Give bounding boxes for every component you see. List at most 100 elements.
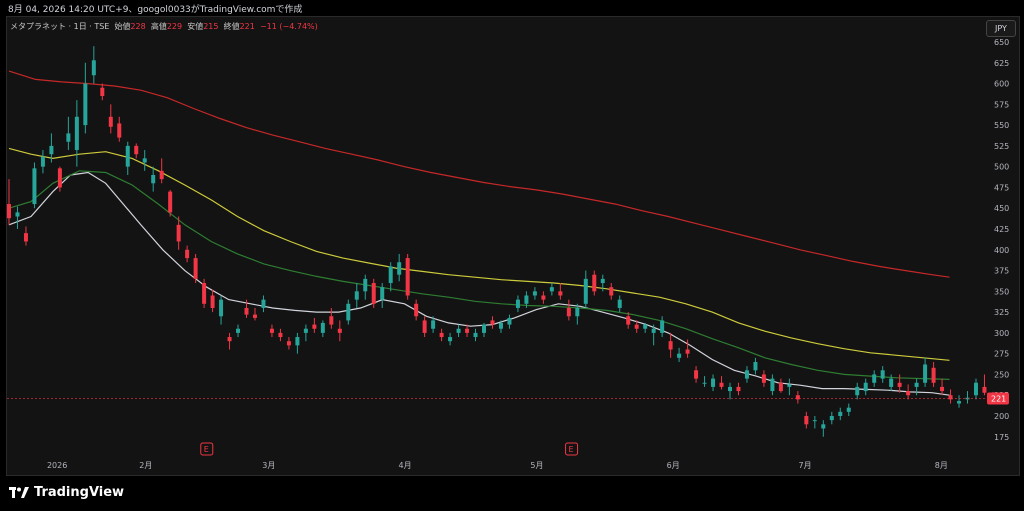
candle-body <box>957 401 962 404</box>
candle-body <box>159 170 164 180</box>
candle-body <box>269 328 274 333</box>
y-tick-label: 600 <box>994 80 1009 89</box>
y-tick-label: 575 <box>994 100 1009 109</box>
candle-body <box>524 295 529 304</box>
candle-body <box>821 424 826 429</box>
candle-body <box>168 191 173 213</box>
currency-button[interactable]: JPY <box>986 20 1016 37</box>
high-value: 229 <box>166 22 183 31</box>
y-tick-label: 450 <box>994 204 1009 213</box>
candle-body <box>202 283 207 304</box>
candle-body <box>210 295 215 308</box>
candle-body <box>617 299 622 308</box>
symbol-label: メタプラネット · 1日 · TSE <box>10 22 110 31</box>
tradingview-brand[interactable]: TradingView <box>9 485 124 500</box>
candle-body <box>660 320 665 333</box>
y-tick-label: 625 <box>994 59 1009 68</box>
candle-body <box>761 374 766 383</box>
y-tick-label: 500 <box>994 163 1009 172</box>
candle-body <box>778 382 783 392</box>
candle-body <box>846 407 851 412</box>
y-tick-label: 300 <box>994 329 1009 338</box>
candle-body <box>812 420 817 422</box>
candle-body <box>244 307 249 315</box>
earnings-marker-label: E <box>204 445 209 454</box>
change-value: −11 (−4.74%) <box>259 22 318 31</box>
candle-body <box>15 212 20 217</box>
candle-body <box>83 83 88 126</box>
candle-body <box>405 258 410 296</box>
candle-body <box>40 156 45 167</box>
candle-body <box>651 328 656 333</box>
candle-body <box>719 382 724 387</box>
earnings-marker-label: E <box>569 445 574 454</box>
candle-body <box>863 382 868 392</box>
candle-body <box>482 324 487 333</box>
moving-average-line <box>8 171 950 396</box>
candle-body <box>66 133 71 142</box>
price-chart[interactable]: 650 625 600 575 550 525 500 475 450 425 400 375 350 3… <box>7 17 1019 475</box>
candle-body <box>634 324 639 329</box>
low-label: 安値 <box>187 22 204 31</box>
candle-body <box>889 378 894 387</box>
candle-body <box>185 249 190 259</box>
x-tick-label: 3月 <box>262 461 275 470</box>
candle-body <box>906 391 911 396</box>
candle-body <box>677 353 682 358</box>
candle-body <box>320 322 325 333</box>
close-label: 終値 <box>223 22 240 31</box>
x-tick-label: 5月 <box>530 461 543 470</box>
candle-body <box>337 328 342 333</box>
candle-body <box>973 382 978 396</box>
candle-body <box>286 341 291 346</box>
footer-bar <box>0 476 1024 511</box>
candle-body <box>592 274 597 292</box>
candle-body <box>74 116 79 151</box>
candle-body <box>117 123 122 138</box>
candle-body <box>507 317 512 325</box>
candle-body <box>897 382 902 387</box>
candle-body <box>600 278 605 284</box>
candle-body <box>32 168 37 205</box>
y-tick-label: 650 <box>994 38 1009 47</box>
moving-average-line <box>8 170 950 380</box>
candle-body <box>473 332 478 338</box>
candle-body <box>609 287 614 296</box>
x-tick-label: 6月 <box>667 461 680 470</box>
candle-body <box>448 337 453 342</box>
moving-average-line <box>8 70 950 278</box>
candle-body <box>363 278 368 292</box>
x-tick-label: 8月 <box>935 461 948 470</box>
candle-body <box>303 328 308 333</box>
ohlc-legend: メタプラネット · 1日 · TSE 始値228 高値229 安値215 終値2… <box>10 21 318 32</box>
candle-body <box>456 328 461 333</box>
candle-body <box>872 374 877 383</box>
candle-body <box>346 303 351 321</box>
candle-body <box>380 287 385 300</box>
y-tick-label: 200 <box>994 412 1009 421</box>
y-tick-label: 425 <box>994 225 1009 234</box>
candle-body <box>532 291 537 296</box>
candle-body <box>702 382 707 384</box>
candle-body <box>643 324 648 329</box>
y-tick-label: 175 <box>994 433 1009 442</box>
candle-body <box>923 364 928 383</box>
candle-body <box>694 370 699 379</box>
candle-body <box>583 278 588 304</box>
candle-body <box>626 316 631 325</box>
candle-body <box>23 233 28 242</box>
y-tick-label: 525 <box>994 142 1009 151</box>
candle-body <box>541 295 546 300</box>
candle-body <box>439 332 444 338</box>
candle-body <box>736 386 741 392</box>
brand-name: TradingView <box>34 485 125 500</box>
candle-body <box>880 370 885 379</box>
candle-body <box>855 386 860 396</box>
candle-body <box>295 337 300 346</box>
candle-body <box>193 258 198 279</box>
candle-body <box>125 145 130 167</box>
candle-body <box>982 386 987 393</box>
candle-body <box>7 204 11 219</box>
candle-body <box>829 416 834 421</box>
candle-body <box>108 116 113 127</box>
